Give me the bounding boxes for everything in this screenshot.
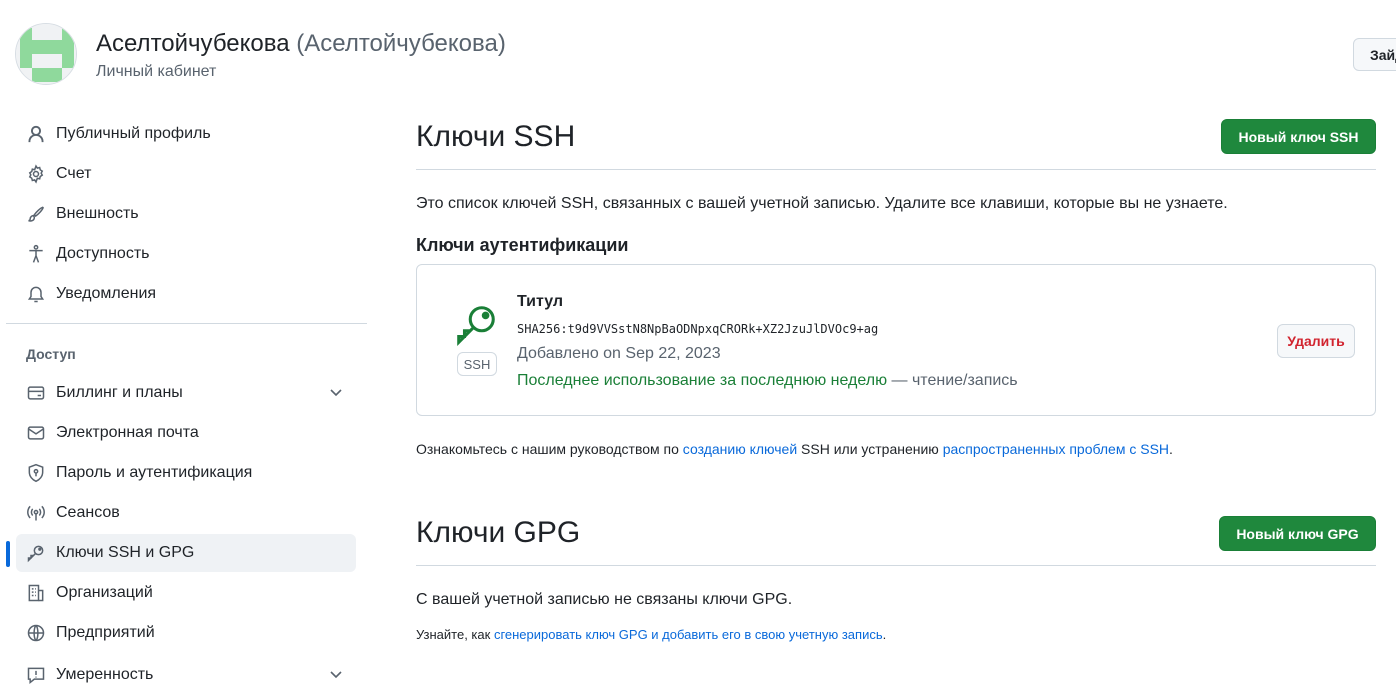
sidebar-item-label: Публичный профиль — [56, 125, 211, 142]
gear-icon — [25, 163, 47, 185]
new-gpg-key-button[interactable]: Новый ключ GPG — [1219, 516, 1376, 551]
gpg-empty-text: С вашей учетной записью не связаны ключи… — [416, 591, 793, 608]
sidebar-item-public-profile[interactable]: Публичный профиль — [16, 115, 356, 153]
sidebar-item-label: Доступность — [56, 245, 150, 262]
sidebar-item-label: Уведомления — [56, 285, 157, 302]
sidebar-section-heading: Доступ — [26, 346, 76, 362]
sidebar-item-accessibility[interactable]: Доступность — [16, 235, 356, 273]
sidebar-item-label: Сеансов — [56, 504, 120, 521]
credit-card-icon — [25, 382, 47, 404]
sidebar-item-label: Пароль и аутентификация — [56, 464, 253, 481]
active-indicator — [6, 541, 10, 567]
go-to-profile-button[interactable]: Зайд — [1353, 38, 1396, 71]
sidebar-divider — [6, 323, 367, 324]
sidebar-item-label: Биллинг и планы — [56, 384, 183, 401]
section-divider — [416, 169, 1376, 170]
sidebar-item-ssh-gpg-keys[interactable]: Ключи SSH и GPG — [16, 534, 356, 572]
chevron-down-icon[interactable] — [328, 384, 344, 400]
sidebar-item-notifications[interactable]: Уведомления — [16, 275, 356, 313]
accessibility-icon — [25, 243, 47, 265]
gpg-keys-title: Ключи GPG — [416, 516, 581, 549]
delete-key-button[interactable]: Удалить — [1277, 324, 1355, 358]
organization-icon — [25, 582, 47, 604]
sidebar-item-label: Электронная почта — [56, 424, 199, 441]
sidebar-item-password-auth[interactable]: Пароль и аутентификация — [16, 454, 356, 492]
login-name: (Аселтойчубекова) — [296, 30, 506, 57]
key-last-used: Последнее использование за последнюю нед… — [517, 372, 1018, 390]
guide-suffix: . — [1169, 441, 1173, 457]
sidebar-item-label: Умеренность — [56, 666, 154, 683]
sidebar-item-moderation[interactable]: Умеренность — [16, 656, 356, 688]
avatar[interactable] — [15, 23, 77, 85]
sidebar-item-label: Предприятий — [56, 624, 155, 641]
sidebar-item-label: Счет — [56, 165, 92, 182]
guide-middle: SSH или устранению — [797, 441, 943, 457]
section-divider — [416, 565, 1376, 566]
mail-icon — [25, 422, 47, 444]
ssh-description: Это список ключей SSH, связанных с вашей… — [416, 195, 1228, 212]
sidebar-item-emails[interactable]: Электронная почта — [16, 414, 356, 452]
shield-lock-icon — [25, 462, 47, 484]
sidebar-item-appearance[interactable]: Внешность — [16, 195, 356, 233]
sidebar-item-organizations[interactable]: Организаций — [16, 574, 356, 612]
key-title: Титул — [517, 293, 564, 310]
ssh-guide-note: Ознакомьтесь с нашим руководством по соз… — [416, 441, 1173, 457]
auth-keys-heading: Ключи аутентификации — [416, 235, 629, 255]
learn-prefix: Узнайте, как — [416, 627, 494, 642]
access-level: — чтение/запись — [887, 372, 1018, 389]
person-icon — [25, 123, 47, 145]
user-display-name: Аселтойчубекова (Аселтойчубекова) — [96, 30, 506, 58]
generate-keys-link[interactable]: созданию ключей — [683, 441, 797, 457]
learn-suffix: . — [882, 627, 887, 642]
sidebar-item-label: Внешность — [56, 205, 139, 222]
paintbrush-icon — [25, 203, 47, 225]
bell-icon — [25, 283, 47, 305]
generate-gpg-link[interactable]: сгенерировать ключ GPG и добавить его в … — [494, 627, 883, 642]
key-icon — [457, 306, 495, 346]
sidebar-item-label: Организаций — [56, 584, 153, 601]
last-used-text: Последнее использование за последнюю нед… — [517, 372, 888, 389]
new-ssh-key-button[interactable]: Новый ключ SSH — [1221, 119, 1376, 154]
chevron-down-icon[interactable] — [328, 666, 344, 682]
sidebar-item-account[interactable]: Счет — [16, 155, 356, 193]
display-name: Аселтойчубекова — [96, 30, 290, 57]
ssh-key-card — [416, 264, 1376, 416]
guide-prefix: Ознакомьтесь с нашим руководством по — [416, 441, 683, 457]
report-icon — [25, 664, 47, 686]
sidebar-item-label: Ключи SSH и GPG — [56, 544, 195, 561]
sidebar-item-enterprises[interactable]: Предприятий — [16, 614, 356, 652]
identicon-image — [16, 24, 76, 84]
globe-icon — [25, 622, 47, 644]
key-fingerprint: SHA256:t9d9VVSstN8NpBaODNpxqCRORk+XZ2Jzu… — [517, 322, 879, 336]
sidebar-item-sessions[interactable]: Сеансов — [16, 494, 356, 532]
sidebar-item-billing[interactable]: Биллинг и планы — [16, 374, 356, 412]
troubleshoot-link[interactable]: распространенных проблем с SSH — [943, 441, 1169, 457]
key-added-date: Добавлено on Sep 22, 2023 — [517, 345, 721, 362]
key-icon — [25, 542, 47, 564]
ssh-keys-title: Ключи SSH — [416, 120, 576, 153]
account-type-label: Личный кабинет — [96, 63, 217, 80]
gpg-learn-note: Узнайте, как сгенерировать ключ GPG и до… — [416, 627, 886, 642]
key-type-badge: SSH — [457, 352, 497, 376]
broadcast-icon — [25, 502, 47, 524]
